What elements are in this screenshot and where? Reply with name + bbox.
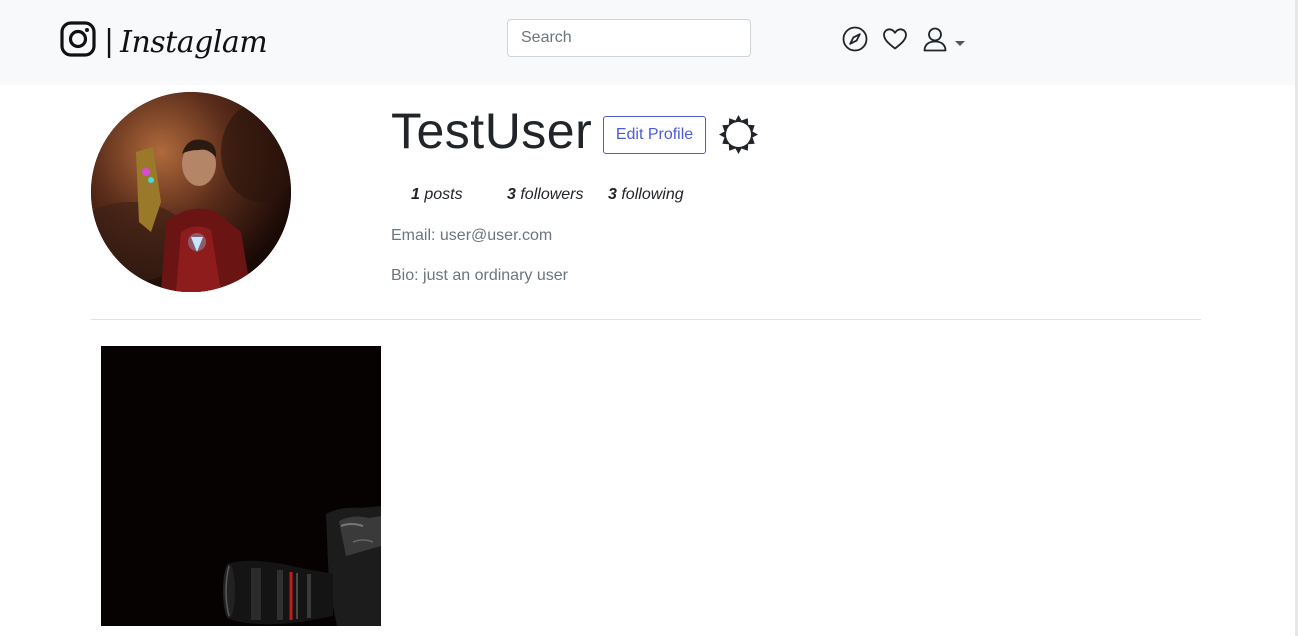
- gear-icon: [719, 115, 758, 154]
- instagram-icon: [60, 21, 96, 57]
- following-label: following: [621, 186, 684, 203]
- following-count: 3: [608, 186, 617, 203]
- posts-label: posts: [424, 186, 463, 203]
- profile-avatar: [91, 92, 291, 292]
- brand-name: Instaglam: [120, 24, 268, 60]
- avatar-image: [91, 92, 291, 292]
- followers-label: followers: [520, 186, 584, 203]
- profile-bio: Bio: just an ordinary user: [391, 267, 568, 284]
- explore-button[interactable]: [842, 26, 868, 52]
- settings-button[interactable]: [718, 114, 759, 155]
- profile-menu-button[interactable]: [922, 26, 948, 52]
- followers-stat[interactable]: 3 followers: [507, 186, 584, 204]
- user-icon: [923, 27, 947, 52]
- compass-icon: [842, 26, 868, 52]
- following-stat[interactable]: 3 following: [608, 186, 684, 204]
- camera-photo: [101, 346, 381, 626]
- profile-username: TestUser: [391, 103, 593, 159]
- profile-email: Email: user@user.com: [391, 227, 553, 244]
- notifications-button[interactable]: [882, 26, 908, 52]
- edit-profile-button[interactable]: Edit Profile: [603, 116, 706, 154]
- post-thumbnail[interactable]: [101, 346, 381, 626]
- heart-icon: [883, 28, 907, 50]
- posts-stat: 1 posts: [411, 186, 463, 204]
- followers-count: 3: [507, 186, 516, 203]
- section-divider: [91, 319, 1201, 320]
- brand-logo[interactable]: | Instaglam: [60, 19, 268, 60]
- posts-count: 1: [411, 186, 420, 203]
- top-navbar: | Instaglam: [0, 0, 1298, 85]
- brand-separator: |: [104, 23, 115, 59]
- search-input[interactable]: [507, 19, 751, 57]
- caret-down-icon[interactable]: [955, 41, 965, 46]
